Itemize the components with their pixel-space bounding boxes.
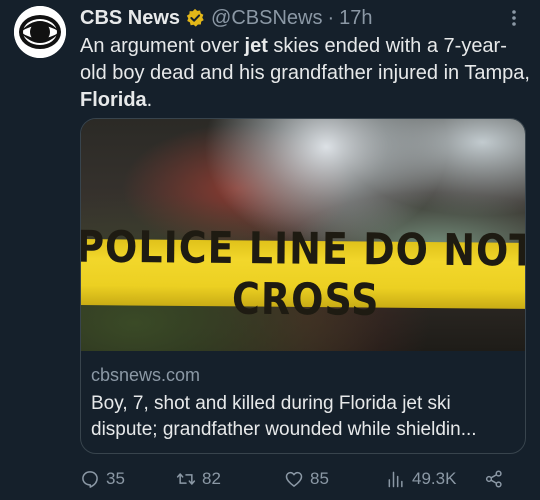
tweet-text-part1: An argument over [80,35,245,57]
header-separator: · [327,6,335,29]
author-handle[interactable]: @CBSNews [211,7,322,30]
post-time[interactable]: 17h [339,7,372,30]
card-image: POLICE LINE DO NOT CROSS [81,119,525,351]
tape-text: POLICE LINE DO NOT CROSS [81,221,526,326]
views-count: 49.3K [412,469,457,488]
views-button[interactable]: 49.3K [386,468,456,490]
repost-button[interactable]: 82 [176,468,221,490]
card-title: Boy, 7, shot and killed during Florida j… [91,393,477,440]
tweet-header: CBS News @CBSNews · 17h [80,5,500,31]
card-domain: cbsnews.com [91,365,201,385]
cbs-eye-logo [14,6,66,58]
share-button[interactable] [484,468,510,490]
action-bar: 35 82 85 49.3K [80,468,526,490]
reply-icon [82,471,98,488]
tweet-text-part3: . [146,89,153,111]
tweet[interactable]: CBS News @CBSNews · 17h An argument over… [0,0,540,500]
link-card[interactable]: POLICE LINE DO NOT CROSS cbsnews.com Boy… [80,118,526,454]
more-options-icon[interactable] [504,8,524,28]
tweet-text-bold-florida: Florida [80,89,147,111]
views-icon [388,471,403,488]
reply-button[interactable]: 35 [80,468,125,490]
reply-count: 35 [106,469,125,488]
share-icon [485,470,502,488]
like-count: 85 [310,469,329,488]
repost-count: 82 [202,469,221,488]
tweet-text: An argument over jet skies ended with a … [80,33,532,114]
like-button[interactable]: 85 [284,468,329,490]
verified-badge-icon [185,8,205,28]
avatar[interactable] [14,6,66,58]
author-name[interactable]: CBS News [80,7,180,30]
heart-icon [285,471,303,487]
tweet-text-bold-jet: jet [244,35,268,57]
police-tape: POLICE LINE DO NOT CROSS [81,221,525,325]
repost-icon [176,473,196,485]
